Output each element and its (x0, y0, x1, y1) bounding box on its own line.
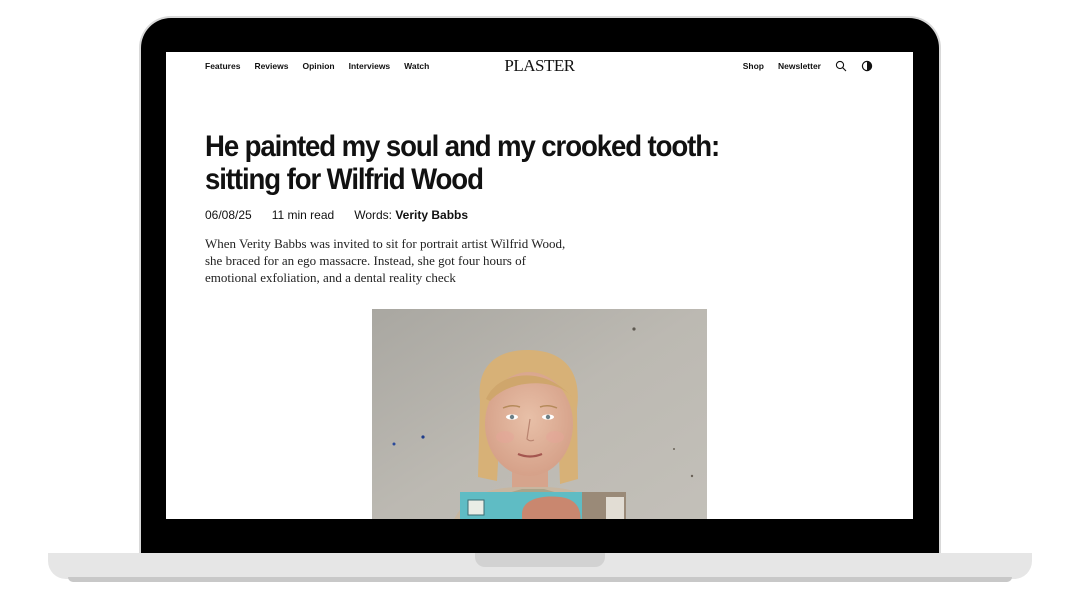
author-name[interactable]: Verity Babbs (395, 208, 468, 222)
contrast-toggle-icon[interactable] (861, 60, 873, 72)
secondary-nav: Shop Newsletter (743, 60, 873, 72)
search-icon[interactable] (835, 60, 847, 72)
headline-line-2: sitting for Wilfrid Wood (205, 163, 484, 196)
top-navigation: Features Reviews Opinion Interviews Watc… (166, 52, 913, 82)
article-meta: 06/08/25 11 min read Words: Verity Babbs (205, 208, 468, 222)
browser-screen: Features Reviews Opinion Interviews Watc… (166, 52, 913, 519)
article-headline: He painted my soul and my crooked tooth:… (205, 130, 757, 196)
read-time: 11 min read (271, 208, 335, 222)
laptop-base-shadow (68, 577, 1012, 582)
hero-photo (372, 309, 707, 519)
laptop-notch (475, 553, 605, 567)
nav-shop[interactable]: Shop (743, 61, 764, 71)
publish-date: 06/08/25 (205, 208, 252, 222)
article-standfirst: When Verity Babbs was invited to sit for… (205, 236, 566, 285)
words-label: Words: (354, 208, 392, 222)
byline: Words: Verity Babbs (354, 208, 468, 222)
headline-line-1: He painted my soul and my crooked tooth: (205, 130, 720, 163)
nav-newsletter[interactable]: Newsletter (778, 61, 821, 71)
